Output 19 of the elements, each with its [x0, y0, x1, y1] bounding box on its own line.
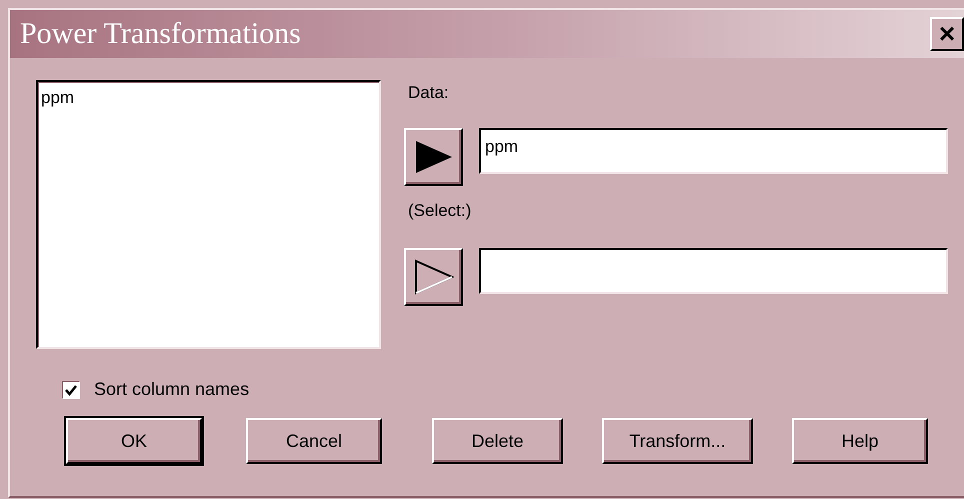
dialog-button[interactable]: OK: [66, 418, 202, 464]
sort-checkbox[interactable]: [62, 380, 80, 398]
dialog-button[interactable]: Help: [792, 418, 928, 464]
dialog-button[interactable]: Delete: [432, 418, 563, 464]
field-label: Data:: [408, 82, 450, 104]
window-title: Power Transformations: [20, 17, 301, 51]
input-field[interactable]: ppm: [479, 128, 948, 174]
add-variable-button[interactable]: [404, 248, 463, 306]
input-field[interactable]: [479, 248, 948, 294]
column-listbox[interactable]: ppm: [36, 80, 381, 349]
field-label: (Select:): [408, 200, 472, 222]
play-icon: [414, 139, 454, 175]
play-outline-icon: [414, 259, 454, 295]
checkbox-label[interactable]: Sort column names: [94, 379, 250, 400]
list-item[interactable]: ppm: [41, 88, 376, 108]
dialog-button[interactable]: Cancel: [246, 418, 382, 464]
add-variable-button[interactable]: [404, 128, 463, 186]
dialog-button[interactable]: Transform...: [602, 418, 753, 464]
close-button[interactable]: ×: [930, 17, 964, 51]
